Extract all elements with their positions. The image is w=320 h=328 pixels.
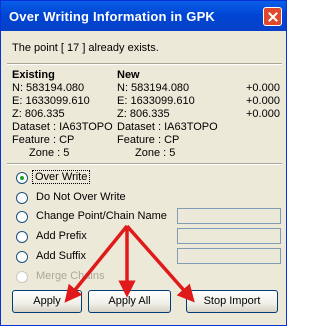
n-diff: +0.000: [246, 82, 280, 94]
option-label[interactable]: Add Suffix: [36, 250, 86, 262]
existing-heading: Existing: [12, 69, 55, 81]
radio-merge-chains: [16, 271, 28, 283]
existing-z: Z: 806.335: [12, 108, 65, 120]
separator-middle: [7, 163, 282, 165]
radio-add-suffix[interactable]: [16, 251, 28, 263]
existing-n: N: 583194.080: [12, 82, 85, 94]
z-diff: +0.000: [246, 108, 280, 120]
new-zone: Zone : 5: [135, 147, 176, 159]
separator-top: [7, 63, 282, 65]
option-label[interactable]: Do Not Over Write: [36, 191, 126, 203]
new-e: E: 1633099.610: [117, 95, 195, 107]
option-label[interactable]: Change Point/Chain Name: [36, 210, 167, 222]
prefix-field[interactable]: [177, 228, 281, 244]
radio-change-name[interactable]: [16, 211, 28, 223]
radio-add-prefix[interactable]: [16, 231, 28, 243]
change-name-field[interactable]: [177, 208, 281, 224]
new-feature: Feature : CP: [117, 134, 180, 146]
option-label[interactable]: Add Prefix: [36, 230, 87, 242]
stop-import-button[interactable]: Stop Import: [186, 290, 278, 313]
suffix-field[interactable]: [177, 248, 281, 264]
apply-all-button[interactable]: Apply All: [88, 290, 171, 313]
option-label[interactable]: Over Write: [31, 170, 91, 184]
window-title: Over Writing Information in GPK: [9, 9, 216, 24]
new-heading: New: [117, 69, 140, 81]
option-label: Merge Chains: [36, 270, 105, 282]
e-diff: +0.000: [246, 95, 280, 107]
new-z: Z: 806.335: [117, 108, 170, 120]
dialog-window: Over Writing Information in GPK The poin…: [0, 0, 287, 326]
new-dataset: Dataset : IA63TOPO: [117, 121, 218, 133]
existing-dataset: Dataset : IA63TOPO: [12, 121, 113, 133]
apply-button[interactable]: Apply: [12, 290, 82, 313]
close-icon[interactable]: [263, 7, 282, 26]
radio-over-write[interactable]: [16, 172, 28, 184]
exists-message: The point [ 17 ] already exists.: [12, 42, 159, 54]
existing-e: E: 1633099.610: [12, 95, 90, 107]
new-n: N: 583194.080: [117, 82, 190, 94]
existing-feature: Feature : CP: [12, 134, 75, 146]
existing-zone: Zone : 5: [29, 147, 70, 159]
title-bar[interactable]: Over Writing Information in GPK: [1, 1, 286, 31]
radio-do-not-over-write[interactable]: [16, 192, 28, 204]
